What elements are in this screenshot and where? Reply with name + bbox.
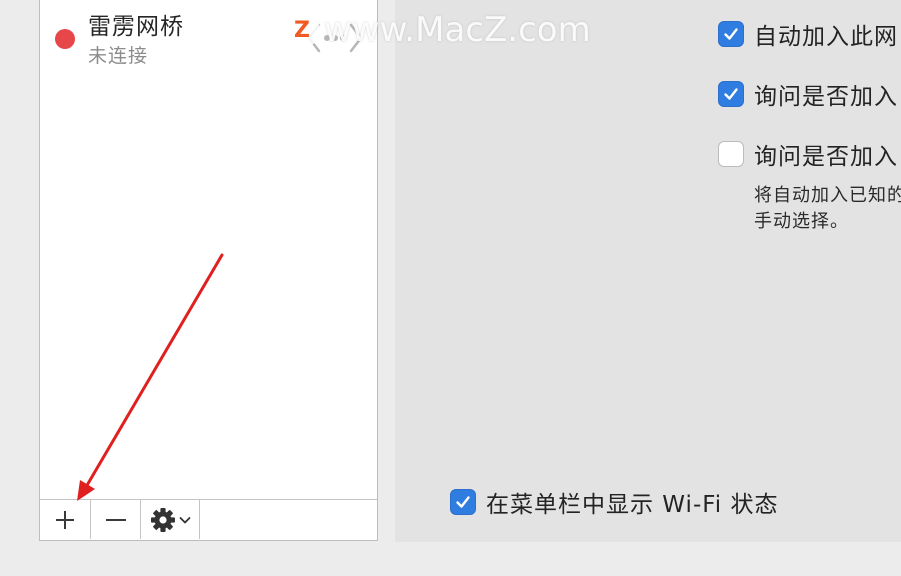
add-service-button[interactable] xyxy=(40,500,91,539)
status-indicator-dot xyxy=(55,29,75,49)
option-description-line2: 手动选择。 xyxy=(754,211,849,232)
option-description-line1: 将自动加入已知的 xyxy=(754,185,901,206)
ask-join-networks-option[interactable]: 询问是否加入 xyxy=(718,77,898,111)
show-wifi-status-checkbox[interactable] xyxy=(450,489,476,515)
remove-service-button[interactable] xyxy=(91,500,141,539)
service-item-thunderbolt-bridge[interactable]: 雷雳网桥 未连接 xyxy=(40,0,377,71)
minus-icon xyxy=(105,518,126,521)
auto-join-label: 自动加入此网 xyxy=(754,24,898,50)
checkmark-icon xyxy=(456,496,470,508)
checkmark-icon xyxy=(724,28,738,40)
auto-join-option[interactable]: 自动加入此网 xyxy=(718,17,898,51)
action-menu-button[interactable] xyxy=(141,500,200,539)
ask-join-hotspots-checkbox[interactable] xyxy=(718,141,744,167)
checkmark-icon xyxy=(724,88,738,100)
thunderbolt-bridge-icon xyxy=(307,23,363,53)
service-list-toolbar xyxy=(40,499,377,540)
ask-join-networks-label: 询问是否加入 xyxy=(754,84,898,110)
show-wifi-status-option[interactable]: 在菜单栏中显示 Wi-Fi 状态 xyxy=(450,485,779,519)
ask-join-hotspots-label: 询问是否加入 xyxy=(754,144,898,170)
auto-join-checkbox[interactable] xyxy=(718,21,744,47)
ask-join-hotspots-option[interactable]: 询问是否加入 xyxy=(718,137,898,171)
service-name: 雷雳网桥 xyxy=(88,14,184,40)
service-status: 未连接 xyxy=(88,45,149,67)
network-service-list[interactable]: 雷雳网桥 未连接 xyxy=(39,0,378,541)
ask-join-networks-checkbox[interactable] xyxy=(718,81,744,107)
show-wifi-status-label: 在菜单栏中显示 Wi-Fi 状态 xyxy=(486,492,779,518)
plus-icon xyxy=(56,510,74,529)
chevron-down-icon xyxy=(179,516,190,523)
gear-icon xyxy=(150,507,175,532)
